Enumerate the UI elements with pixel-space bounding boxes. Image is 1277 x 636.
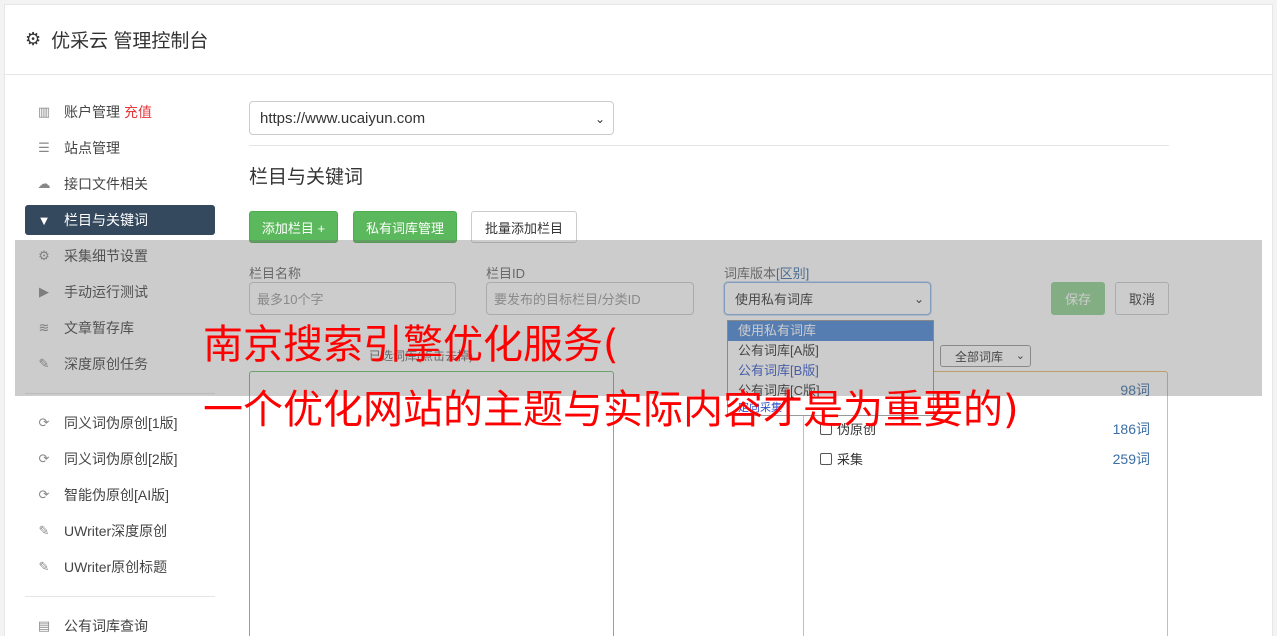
site-select-value: https://www.ucaiyun.com (260, 109, 426, 127)
dropdown-option[interactable]: 使用私有词库 (728, 321, 933, 341)
chevron-down-icon: ⌄ (1015, 350, 1025, 362)
sidebar-item-uwriter-title[interactable]: ✎ UWriter原创标题 (25, 552, 215, 582)
sidebar-divider (25, 596, 215, 597)
column-name-input[interactable]: 最多10个字 (249, 282, 456, 315)
chevron-down-icon: ⌄ (594, 112, 605, 126)
refresh-icon: ⟳ (38, 451, 50, 466)
page-header: ⚙ 优采云 管理控制台 (5, 5, 1272, 75)
sidebar-item-manual-run[interactable]: ▶ 手动运行测试 (25, 277, 215, 307)
sidebar-item-label: 账户管理 (64, 104, 120, 120)
lib-filter-select[interactable]: 全部词库 ⌄ (940, 345, 1031, 367)
sidebar-item-account[interactable]: ▥ 账户管理 充值 (25, 97, 215, 127)
lib-version-value: 使用私有词库 (735, 292, 814, 307)
save-button[interactable]: 保存 (1051, 282, 1105, 315)
sidebar-item-columns[interactable]: ▼ 栏目与关键词 (25, 205, 215, 235)
gear-icon: ⚙ (25, 29, 42, 49)
lib-filter-value: 全部词库 (955, 349, 1004, 364)
batch-add-button[interactable]: 批量添加栏目 (471, 211, 577, 243)
sidebar-item-sites[interactable]: ☰ 站点管理 (25, 133, 215, 163)
lib-count: 259词 (1112, 450, 1150, 467)
play-circle-icon: ▶ (39, 284, 49, 299)
private-lib-button[interactable]: 私有词库管理 (353, 211, 457, 243)
lib-name: 采集 (837, 452, 864, 467)
lib-count: 98词 (1120, 382, 1150, 398)
sidebar-item-label: 接口文件相关 (64, 176, 148, 192)
sidebar-item-label: UWriter原创标题 (64, 559, 168, 575)
overlay-headline-line2: 一个优化网站的主题与实际内容才是为重要的) (203, 387, 1019, 433)
edit-icon: ✎ (38, 559, 50, 574)
sidebar-item-label: 深度原创任务 (64, 356, 148, 372)
bar-chart-icon: ▥ (37, 104, 51, 119)
column-name-label: 栏目名称 (249, 266, 302, 281)
recharge-link[interactable]: 充值 (124, 102, 152, 122)
sidebar-item-label: 采集细节设置 (64, 248, 148, 264)
lib-checkbox[interactable] (820, 452, 832, 465)
overlay-headline-line1: 南京搜索引擎优化服务( (203, 322, 619, 368)
sidebar-item-uwriter-deep[interactable]: ✎ UWriter深度原创 (25, 516, 215, 546)
dropdown-option[interactable]: 公有词库[B版] (728, 361, 933, 381)
sidebar-item-ai-rewrite[interactable]: ⟳ 智能伪原创[AI版] (25, 480, 215, 510)
server-icon: ☰ (38, 140, 50, 155)
column-id-label: 栏目ID (486, 266, 526, 281)
sidebar-item-label: 智能伪原创[AI版] (64, 487, 170, 503)
sidebar-item-article-store[interactable]: ≋ 文章暂存库 (25, 313, 215, 343)
sidebar-item-synonym-v2[interactable]: ⟳ 同义词伪原创[2版] (25, 444, 215, 474)
column-id-input[interactable]: 要发布的目标栏目/分类ID (486, 282, 694, 315)
section-title: 栏目与关键词 (249, 167, 364, 188)
lib-diff-link[interactable]: [区别] (776, 266, 809, 281)
sidebar-item-public-lib[interactable]: ▤ 公有词库查询 (25, 611, 215, 636)
sidebar-item-label: 栏目与关键词 (64, 212, 148, 228)
refresh-icon: ⟳ (38, 487, 50, 502)
sidebar-item-label: 站点管理 (64, 140, 120, 156)
lib-version-label-text: 词库版本 (724, 266, 777, 281)
sidebar: ▥ 账户管理 充值 ☰ 站点管理 ☁ 接口文件相关 ▼ 栏目与关键词 ⚙ 采集细… (25, 97, 215, 636)
sidebar-item-label: 同义词伪原创[1版] (64, 415, 178, 431)
lib-count: 186词 (1112, 420, 1150, 437)
divider (249, 145, 1169, 146)
page-title: 优采云 管理控制台 (51, 31, 209, 52)
database-icon: ≋ (38, 320, 50, 335)
cloud-upload-icon: ☁ (37, 176, 51, 191)
cancel-button[interactable]: 取消 (1115, 282, 1169, 315)
sidebar-item-deep-original[interactable]: ✎ 深度原创任务 (25, 349, 215, 379)
add-column-button[interactable]: 添加栏目 + (249, 211, 338, 243)
chevron-down-icon: ⌄ (913, 292, 924, 306)
edit-icon: ✎ (38, 356, 50, 371)
lib-version-label: 词库版本[区别] (724, 263, 809, 282)
edit-icon: ✎ (38, 523, 50, 538)
sidebar-item-interface[interactable]: ☁ 接口文件相关 (25, 169, 215, 199)
console-card: ⚙ 优采云 管理控制台 ▥ 账户管理 充值 ☰ 站点管理 ☁ 接口文件相关 ▼ … (4, 4, 1273, 636)
lib-version-select[interactable]: 使用私有词库 ⌄ (724, 282, 931, 315)
sidebar-item-label: 文章暂存库 (64, 320, 134, 336)
sidebar-divider (25, 393, 215, 394)
filter-icon: ▼ (37, 212, 51, 228)
cogs-icon: ⚙ (38, 248, 50, 263)
dropdown-option[interactable]: 公有词库[A版] (728, 341, 933, 361)
sidebar-item-collect-settings[interactable]: ⚙ 采集细节设置 (25, 241, 215, 271)
sidebar-item-label: 同义词伪原创[2版] (64, 451, 178, 467)
refresh-icon: ⟳ (38, 415, 50, 430)
sidebar-item-label: 公有词库查询 (64, 618, 148, 634)
book-icon: ▤ (37, 618, 51, 633)
site-select[interactable]: https://www.ucaiyun.com ⌄ (249, 101, 614, 135)
lib-row[interactable]: 采集 259词 (820, 449, 1150, 468)
sidebar-item-label: UWriter深度原创 (64, 523, 168, 539)
sidebar-item-synonym-v1[interactable]: ⟳ 同义词伪原创[1版] (25, 408, 215, 438)
sidebar-item-label: 手动运行测试 (64, 284, 148, 300)
